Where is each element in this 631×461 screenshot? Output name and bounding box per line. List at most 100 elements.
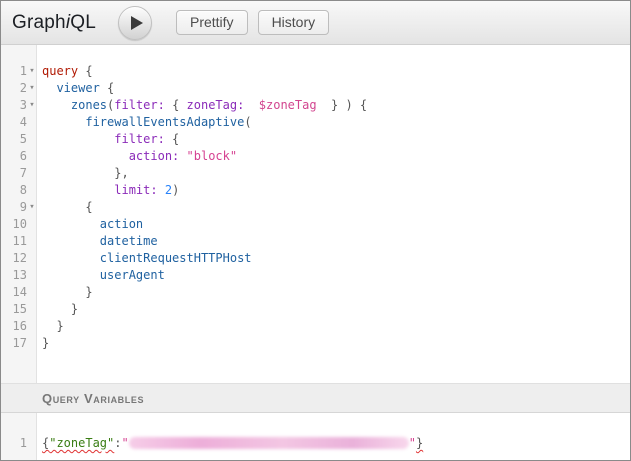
fold-gutter-spacer (27, 301, 37, 318)
line-number: 1 (1, 435, 27, 452)
code-line: } (42, 284, 630, 301)
code-token: } (416, 436, 423, 450)
code-token: { (100, 81, 114, 95)
code-token (42, 251, 100, 265)
fold-gutter-spacer (27, 165, 37, 182)
query-variables-header[interactable]: Query Variables (1, 383, 630, 413)
code-token (42, 285, 85, 299)
fold-toggle-icon[interactable]: ▾ (27, 199, 37, 216)
fold-toggle-icon[interactable]: ▾ (27, 63, 37, 80)
gutter-row: 5 (1, 131, 36, 148)
toolbar: GraphiQL Prettify History (1, 1, 630, 45)
code-line: limit: 2) (42, 182, 630, 199)
code-line: }, (42, 165, 630, 182)
fold-gutter-spacer (27, 318, 37, 335)
gutter-row: 1▾ (1, 63, 36, 80)
line-number: 14 (1, 284, 27, 301)
line-number: 1 (1, 63, 27, 80)
query-variables-title: Query Variables (42, 391, 144, 406)
code-token: filter: (114, 98, 165, 112)
code-token: zoneTag: (187, 98, 245, 112)
gutter-row: 8 (1, 182, 36, 199)
code-token: limit: (114, 183, 157, 197)
fold-gutter-spacer (27, 267, 37, 284)
code-line: } (42, 301, 630, 318)
code-line: clientRequestHTTPHost (42, 250, 630, 267)
history-button[interactable]: History (258, 10, 330, 35)
code-token (42, 132, 114, 146)
fold-gutter-spacer (27, 250, 37, 267)
code-token: filter: (114, 132, 165, 146)
gutter-row: 7 (1, 165, 36, 182)
code-token: ( (244, 115, 251, 129)
execute-query-button[interactable] (118, 6, 152, 40)
variables-editor-input[interactable]: {"zoneTag":""} (37, 413, 630, 460)
code-token: zones (71, 98, 107, 112)
code-line: action: "block" (42, 148, 630, 165)
query-editor-input[interactable]: query { viewer { zones(filter: { zoneTag… (37, 45, 630, 383)
gutter-row: 2▾ (1, 80, 36, 97)
prettify-button[interactable]: Prettify (176, 10, 248, 35)
redacted-zone-tag-value (129, 437, 409, 449)
gutter-row: 13 (1, 267, 36, 284)
line-number: 3 (1, 97, 27, 114)
code-token (179, 149, 186, 163)
code-token: { (165, 98, 187, 112)
line-number: 17 (1, 335, 27, 352)
gutter-row: 4 (1, 114, 36, 131)
code-line: { (42, 199, 630, 216)
graphiql-window: GraphiQL Prettify History 1▾2▾3▾456789▾1… (0, 0, 631, 461)
gutter-row: 11 (1, 233, 36, 250)
code-line: userAgent (42, 267, 630, 284)
code-line: action (42, 216, 630, 233)
code-token: userAgent (100, 268, 165, 282)
code-token (42, 81, 56, 95)
code-token: datetime (100, 234, 158, 248)
fold-gutter-spacer (27, 284, 37, 301)
fold-gutter-spacer (27, 233, 37, 250)
code-token (42, 200, 85, 214)
code-token: }, (114, 166, 128, 180)
logo-text: QL (70, 12, 96, 33)
code-line: } (42, 335, 630, 352)
gutter-row: 3▾ (1, 97, 36, 114)
code-token: clientRequestHTTPHost (100, 251, 252, 265)
line-number: 16 (1, 318, 27, 335)
code-line: query { (42, 63, 630, 80)
gutter-row: 1 (1, 435, 36, 452)
fold-gutter-spacer (27, 182, 37, 199)
code-token: } (85, 285, 92, 299)
code-token: firewallEventsAdaptive (85, 115, 244, 129)
code-token: ) (172, 183, 179, 197)
code-token (42, 149, 129, 163)
code-token: } (56, 319, 63, 333)
code-token (42, 234, 100, 248)
code-token (158, 183, 165, 197)
code-token: { (165, 132, 179, 146)
code-line: viewer { (42, 80, 630, 97)
code-line: zones(filter: { zoneTag: $zoneTag } ) { (42, 97, 630, 114)
code-token: " (409, 436, 416, 450)
code-token (42, 115, 85, 129)
code-token (42, 268, 100, 282)
code-token: action: (129, 149, 180, 163)
line-number: 4 (1, 114, 27, 131)
line-number: 7 (1, 165, 27, 182)
query-editor-gutter: 1▾2▾3▾456789▾1011121314151617 (1, 45, 37, 383)
variables-editor: 1 {"zoneTag":""} (1, 413, 630, 460)
fold-toggle-icon[interactable]: ▾ (27, 97, 37, 114)
line-number: 15 (1, 301, 27, 318)
line-number: 13 (1, 267, 27, 284)
code-token: " (122, 436, 129, 450)
line-number: 10 (1, 216, 27, 233)
line-number: 11 (1, 233, 27, 250)
code-line: datetime (42, 233, 630, 250)
code-token: action (100, 217, 143, 231)
fold-gutter-spacer (27, 435, 37, 452)
fold-toggle-icon[interactable]: ▾ (27, 80, 37, 97)
code-token: query (42, 64, 78, 78)
code-token (42, 183, 114, 197)
code-token: } (71, 302, 78, 316)
gutter-row: 17 (1, 335, 36, 352)
gutter-row: 14 (1, 284, 36, 301)
